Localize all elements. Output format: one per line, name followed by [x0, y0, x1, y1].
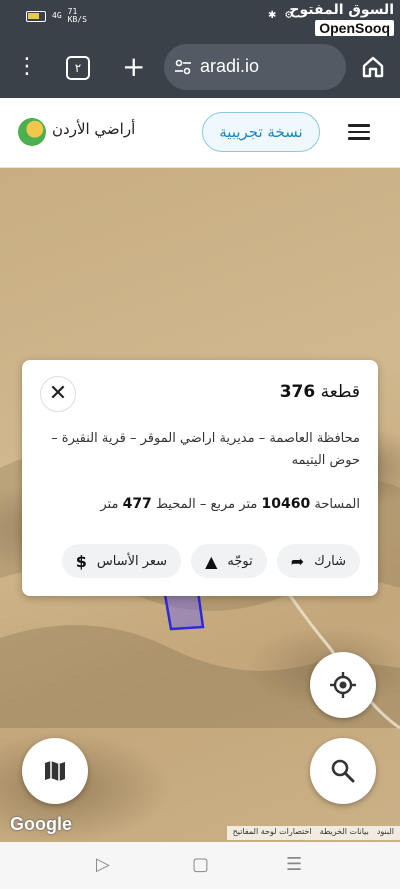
parcel-title: قطعة 376 — [274, 382, 360, 402]
opensooq-watermark: السوق المفتوح OpenSooq — [289, 2, 394, 37]
trial-version-button[interactable]: نسخة تجريبية — [202, 112, 320, 152]
directions-label: توجّه — [227, 553, 253, 569]
parcel-location: محافظة العاصمة – مديرية اراضي الموقر – ق… — [51, 431, 360, 468]
browser-toolbar: ⋮ ٢ + aradi.io — [0, 38, 400, 98]
home-nav-icon[interactable]: ▢ — [192, 854, 209, 875]
keyboard-shortcuts-link[interactable]: اختصارات لوحة المفاتيح — [233, 827, 312, 839]
battery-icon — [26, 10, 46, 22]
network-speed: 71 KB/S — [67, 7, 87, 24]
signal-indicator: 4G — [52, 11, 62, 20]
app-header: أراضي الأردن نسخة تجريبية — [0, 98, 400, 168]
parcel-title-prefix: قطعة — [320, 382, 360, 402]
area-label: المساحة — [314, 497, 360, 512]
base-price-button[interactable]: سعر الأساس $ — [61, 544, 182, 578]
notification-icon: ✱ — [268, 10, 277, 21]
search-icon — [331, 759, 355, 783]
google-logo: Google — [10, 814, 72, 834]
status-bar: 4G 71 KB/S ✱ ⚙ السوق المفتوح OpenSooq — [0, 0, 400, 38]
perimeter-label: – المحيط — [155, 497, 207, 512]
map-layers-button[interactable] — [22, 738, 88, 804]
satellite-map[interactable]: قطعة 376 ✕ محافظة العاصمة – مديرية اراضي… — [0, 168, 400, 842]
card-actions: شارك ➦ توجّه ▲ سعر الأساس $ — [61, 544, 360, 578]
share-button[interactable]: شارك ➦ — [276, 544, 360, 578]
hamburger-menu-icon[interactable] — [348, 124, 370, 140]
area-unit: متر مربع — [210, 497, 258, 512]
watermark-arabic: السوق المفتوح — [289, 2, 394, 18]
my-location-button[interactable] — [310, 652, 376, 718]
tab-switcher-button[interactable]: ٢ — [66, 56, 90, 80]
url-text[interactable]: aradi.io — [200, 56, 259, 77]
share-arrow-icon: ➦ — [290, 551, 305, 571]
recents-nav-icon[interactable]: ☰ — [286, 854, 302, 875]
parcel-number: 376 — [279, 382, 316, 402]
status-left: 4G 71 KB/S — [26, 8, 87, 24]
perimeter-value: 477 — [122, 496, 152, 512]
terms-link[interactable]: البنود — [377, 827, 394, 839]
home-icon[interactable] — [360, 54, 386, 80]
map-attribution: البنود بيانات الخريطة اختصارات لوحة المف… — [226, 826, 400, 840]
share-label: شارك — [314, 553, 346, 569]
locate-icon — [330, 672, 356, 698]
map-data-link[interactable]: بيانات الخريطة — [320, 827, 369, 839]
new-tab-button[interactable]: + — [122, 52, 145, 82]
watermark-english: OpenSooq — [315, 20, 394, 36]
area-value: 10460 — [261, 496, 311, 512]
perimeter-unit: متر — [100, 497, 119, 512]
more-menu-icon[interactable]: ⋮ — [16, 56, 38, 80]
brand-name[interactable]: أراضي الأردن — [52, 120, 135, 138]
parcel-info-card: قطعة 376 ✕ محافظة العاصمة – مديرية اراضي… — [22, 360, 378, 596]
dollar-icon: $ — [75, 551, 87, 571]
map-icon — [45, 761, 65, 781]
system-nav-bar: ▷ ▢ ☰ — [0, 842, 400, 889]
address-bar[interactable]: aradi.io — [164, 44, 346, 90]
base-price-label: سعر الأساس — [96, 553, 168, 569]
navigation-arrow-icon: ▲ — [205, 551, 218, 571]
back-nav-icon[interactable]: ▷ — [96, 854, 110, 875]
directions-button[interactable]: توجّه ▲ — [191, 544, 267, 578]
parcel-measurements: المساحة 10460 متر مربع – المحيط 477 متر — [100, 496, 360, 512]
close-card-button[interactable]: ✕ — [40, 376, 76, 412]
brand-logo[interactable] — [18, 118, 46, 146]
search-button[interactable] — [310, 738, 376, 804]
site-settings-icon[interactable] — [174, 58, 192, 76]
